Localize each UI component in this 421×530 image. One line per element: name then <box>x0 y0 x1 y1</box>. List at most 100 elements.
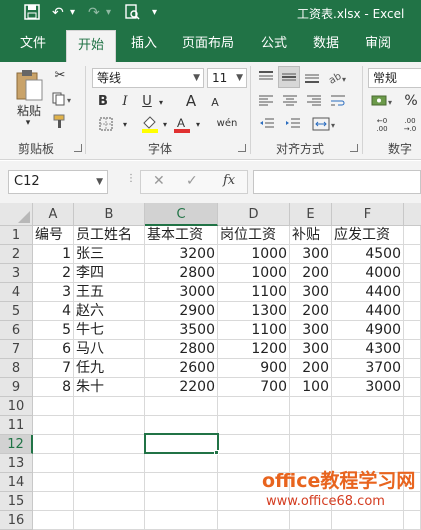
select-all-corner[interactable] <box>0 203 33 226</box>
cell-c6[interactable]: 3500 <box>145 321 218 340</box>
cell-g5[interactable] <box>404 302 421 321</box>
cell-g15[interactable] <box>404 492 421 511</box>
cell-c13[interactable] <box>145 454 218 473</box>
cell-a7[interactable]: 6 <box>33 340 74 359</box>
cell-a13[interactable] <box>33 454 74 473</box>
decrease-decimal-icon[interactable]: .00 →.0 <box>398 115 421 135</box>
cell-b5[interactable]: 赵六 <box>74 302 145 321</box>
wrap-text-icon[interactable] <box>328 92 348 110</box>
cell-a3[interactable]: 2 <box>33 264 74 283</box>
column-header-f[interactable]: F <box>332 203 404 226</box>
cell-g4[interactable] <box>404 283 421 302</box>
cell-g12[interactable] <box>404 435 421 454</box>
cell-d11[interactable] <box>218 416 290 435</box>
cell-f1[interactable]: 应发工资 <box>332 226 404 245</box>
column-header-c[interactable]: C <box>145 203 218 226</box>
cell-f8[interactable]: 3700 <box>332 359 404 378</box>
cell-b12[interactable] <box>74 435 145 454</box>
cell-a1[interactable]: 编号 <box>33 226 74 245</box>
font-name-select[interactable]: 等线 ▼ <box>92 68 204 88</box>
borders-icon[interactable] <box>94 115 118 133</box>
cell-d8[interactable]: 900 <box>218 359 290 378</box>
column-header-b[interactable]: B <box>74 203 145 226</box>
cell-f10[interactable] <box>332 397 404 416</box>
font-launcher-icon[interactable] <box>238 144 246 152</box>
row-header[interactable]: 7 <box>0 340 33 359</box>
top-align-icon[interactable] <box>256 68 276 86</box>
row-header[interactable]: 13 <box>0 454 33 473</box>
font-color-icon[interactable]: A <box>172 114 192 134</box>
cell-a6[interactable]: 5 <box>33 321 74 340</box>
row-header[interactable]: 1 <box>0 226 33 245</box>
cell-d9[interactable]: 700 <box>218 378 290 397</box>
column-header-e[interactable]: E <box>290 203 332 226</box>
cell-a4[interactable]: 3 <box>33 283 74 302</box>
cell-a9[interactable]: 8 <box>33 378 74 397</box>
cell-e16[interactable] <box>290 511 332 530</box>
cell-e2[interactable]: 300 <box>290 245 332 264</box>
row-header[interactable]: 10 <box>0 397 33 416</box>
tab-file[interactable]: 文件 <box>10 26 56 62</box>
italic-button[interactable]: I <box>118 92 132 110</box>
cell-e3[interactable]: 200 <box>290 264 332 283</box>
tab-home[interactable]: 开始 <box>66 30 116 62</box>
cell-e6[interactable]: 300 <box>290 321 332 340</box>
redo-icon[interactable]: ↷ <box>88 4 100 22</box>
cell-c15[interactable] <box>145 492 218 511</box>
cell-f2[interactable]: 4500 <box>332 245 404 264</box>
cell-b9[interactable]: 朱十 <box>74 378 145 397</box>
tab-page-layout[interactable]: 页面布局 <box>174 26 242 62</box>
cell-e12[interactable] <box>290 435 332 454</box>
alignment-launcher-icon[interactable] <box>350 144 358 152</box>
font-color-dropdown-icon[interactable]: ▾ <box>193 117 203 131</box>
name-box[interactable]: C12 ▼ <box>8 170 108 194</box>
cell-c7[interactable]: 2800 <box>145 340 218 359</box>
cell-a16[interactable] <box>33 511 74 530</box>
cell-e8[interactable]: 200 <box>290 359 332 378</box>
row-header[interactable]: 11 <box>0 416 33 435</box>
fill-handle[interactable] <box>214 450 219 455</box>
align-left-icon[interactable] <box>256 92 276 110</box>
cell-b3[interactable]: 李四 <box>74 264 145 283</box>
redo-dropdown-icon[interactable]: ▾ <box>106 4 111 22</box>
cell-e1[interactable]: 补贴 <box>290 226 332 245</box>
cell-c9[interactable]: 2200 <box>145 378 218 397</box>
tab-data[interactable]: 数据 <box>304 26 348 62</box>
cell-f7[interactable]: 4300 <box>332 340 404 359</box>
cell-g8[interactable] <box>404 359 421 378</box>
cell-c3[interactable]: 2800 <box>145 264 218 283</box>
cell-b2[interactable]: 张三 <box>74 245 145 264</box>
accounting-format-icon[interactable]: ▾ <box>370 92 396 110</box>
cell-g7[interactable] <box>404 340 421 359</box>
cell-e4[interactable]: 300 <box>290 283 332 302</box>
row-header[interactable]: 12 <box>0 435 33 454</box>
cell-a2[interactable]: 1 <box>33 245 74 264</box>
cell-e9[interactable]: 100 <box>290 378 332 397</box>
cell-d2[interactable]: 1000 <box>218 245 290 264</box>
merge-center-icon[interactable]: ▾ <box>310 115 340 133</box>
increase-decimal-icon[interactable]: ←0.00 <box>370 115 394 135</box>
clipboard-launcher-icon[interactable] <box>74 144 82 152</box>
cell-b14[interactable] <box>74 473 145 492</box>
number-format-select[interactable]: 常规 <box>368 68 421 88</box>
formula-input[interactable] <box>253 170 421 194</box>
cell-d6[interactable]: 1100 <box>218 321 290 340</box>
cell-a14[interactable] <box>33 473 74 492</box>
row-header[interactable]: 9 <box>0 378 33 397</box>
underline-button[interactable]: U <box>140 92 154 110</box>
cell-b8[interactable]: 任九 <box>74 359 145 378</box>
cell-d1[interactable]: 岗位工资 <box>218 226 290 245</box>
cut-icon[interactable]: ✂ <box>50 66 70 84</box>
cell-b11[interactable] <box>74 416 145 435</box>
row-header[interactable]: 16 <box>0 511 33 530</box>
cell-f11[interactable] <box>332 416 404 435</box>
decrease-font-size-button[interactable]: A <box>208 94 222 110</box>
cell-a15[interactable] <box>33 492 74 511</box>
cell-g16[interactable] <box>404 511 421 530</box>
orientation-icon[interactable]: ab ▾ <box>326 68 350 86</box>
phonetic-guide-button[interactable]: wén <box>214 114 240 132</box>
cell-d12[interactable] <box>218 435 290 454</box>
cell-b6[interactable]: 牛七 <box>74 321 145 340</box>
cell-g3[interactable] <box>404 264 421 283</box>
insert-function-icon[interactable]: fx <box>223 173 235 188</box>
